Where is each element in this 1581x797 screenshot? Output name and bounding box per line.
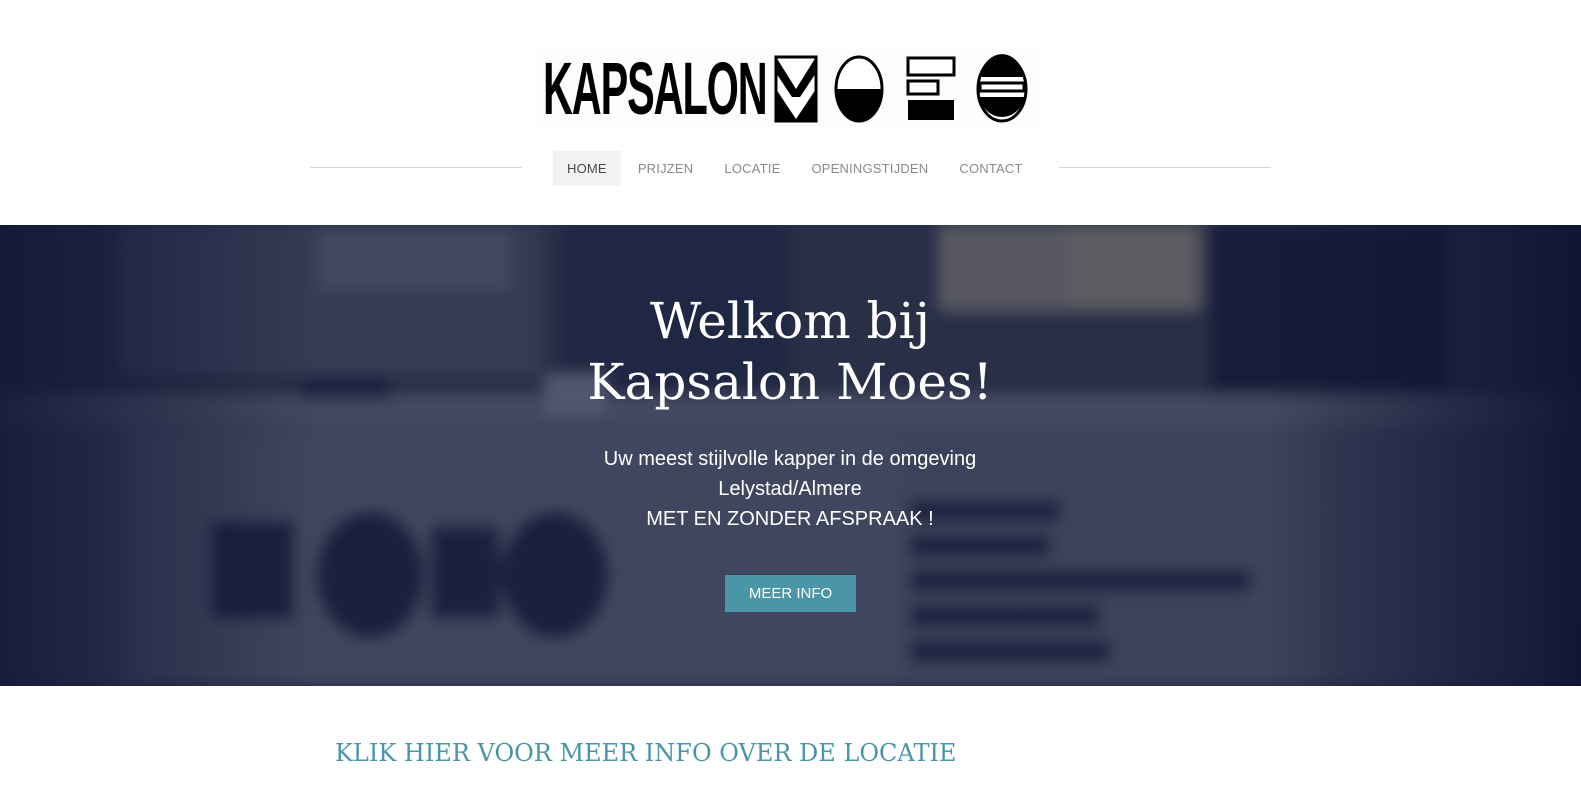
hero-subtitle-line-3: MET EN ZONDER AFSPRAAK ! (646, 508, 934, 530)
logo-letter-s (976, 54, 1028, 123)
nav-item-prijzen[interactable]: PRIJZEN (624, 151, 708, 186)
nav-divider-right (1059, 167, 1271, 168)
site-logo[interactable]: KAPSALON (537, 50, 1039, 126)
logo-wordmark: KAPSALON (543, 47, 768, 130)
nav-item-openingstijden[interactable]: OPENINGSTIJDEN (797, 151, 942, 186)
logo-letter-o (834, 55, 884, 123)
meer-info-button[interactable]: MEER INFO (725, 575, 856, 612)
nav-divider-left (310, 167, 522, 168)
location-info-link[interactable]: KLIK HIER VOOR MEER INFO OVER DE LOCATIE (335, 737, 956, 769)
hero-title: Welkom bij Kapsalon Moes! (480, 291, 1100, 413)
nav-item-locatie[interactable]: LOCATIE (710, 151, 794, 186)
main-nav: HOME PRIJZEN LOCATIE OPENINGSTIJDEN CONT… (553, 151, 1040, 186)
logo-letter-e (906, 56, 956, 120)
nav-item-home[interactable]: HOME (553, 151, 621, 186)
hero-title-line-2: Kapsalon Moes! (587, 353, 993, 411)
site-header: KAPSALON HOME PRIJZEN LOCATIE OPENINGSTI… (0, 0, 1581, 225)
hero-title-line-1: Welkom bij (649, 292, 931, 350)
hero-subtitle-line-2: Lelystad/Almere (718, 478, 862, 500)
logo-letter-m (774, 55, 818, 123)
hero-subtitle-line-1: Uw meest stijlvolle kapper in de omgevin… (603, 448, 977, 470)
hero-subtitle: Uw meest stijlvolle kapper in de omgevin… (480, 444, 1100, 534)
page: KAPSALON HOME PRIJZEN LOCATIE OPENINGSTI… (0, 0, 1581, 797)
hero-section: Welkom bij Kapsalon Moes! Uw meest stijl… (0, 225, 1581, 686)
logo-moes-mark (774, 53, 1034, 123)
nav-item-contact[interactable]: CONTACT (945, 151, 1036, 186)
